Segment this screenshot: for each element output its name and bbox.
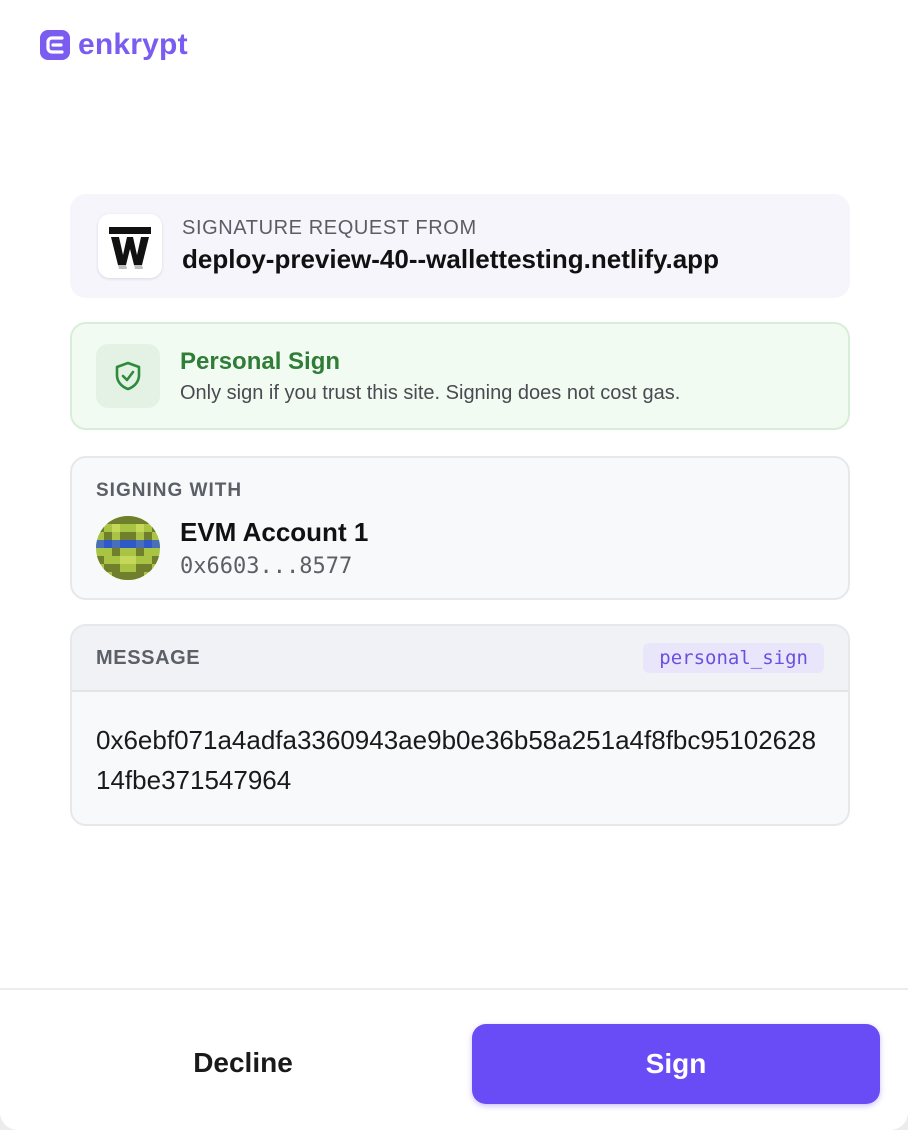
site-w-logo-icon [98,214,162,278]
request-label: SIGNATURE REQUEST FROM [182,217,477,239]
request-domain: deploy-preview-40--wallettesting.netlify… [182,244,719,274]
message-card: MESSAGE personal_sign 0x6ebf071a4adfa336… [70,624,850,826]
account-name: EVM Account 1 [180,517,369,547]
signature-request-window: enkrypt SIGNATURE REQUEST FROM deploy-pr… [0,0,908,1130]
enkrypt-logo-icon [40,30,70,60]
message-header: MESSAGE personal_sign [72,626,848,692]
message-body: 0x6ebf071a4adfa3360943ae9b0e36b58a251a4f… [96,725,817,795]
signing-account-card: SIGNING WITH EVM Account 1 0x6603...8577 [70,456,850,600]
site-info-card: SIGNATURE REQUEST FROM deploy-preview-40… [70,194,850,298]
sign-button[interactable]: Sign [472,1024,880,1104]
avatar [96,516,160,580]
notice-description: Only sign if you trust this site. Signin… [180,381,681,404]
notice-text: Personal Sign Only sign if you trust thi… [180,348,680,405]
brand-header: enkrypt [40,30,188,60]
brand-name: enkrypt [78,28,188,61]
method-badge: personal_sign [643,643,824,673]
account-address: 0x6603...8577 [180,554,353,579]
decline-button[interactable]: Decline [30,1024,456,1102]
account-text: EVM Account 1 0x6603...8577 [180,517,368,579]
site-text: SIGNATURE REQUEST FROM deploy-preview-40… [182,217,719,275]
action-footer: Decline Sign [0,988,908,1130]
personal-sign-notice: Personal Sign Only sign if you trust thi… [70,322,850,430]
message-label: MESSAGE [96,646,201,669]
notice-title: Personal Sign [180,347,341,375]
signing-with-label: SIGNING WITH [96,480,243,501]
shield-check-icon [96,344,160,408]
account-row: EVM Account 1 0x6603...8577 [96,516,824,580]
